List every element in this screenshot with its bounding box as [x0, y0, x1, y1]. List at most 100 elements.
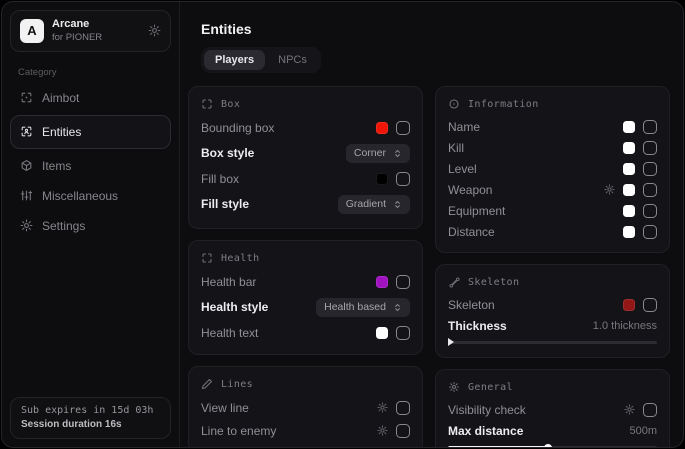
sidebar-item-entities[interactable]: Entities	[10, 115, 171, 149]
brand-logo-letter: A	[27, 23, 36, 38]
dropdown-value: Gradient	[346, 198, 386, 210]
sidebar-item-settings[interactable]: Settings	[10, 211, 171, 241]
color-swatch[interactable]	[623, 163, 635, 175]
sliders-icon	[20, 189, 33, 202]
setting-label: Distance	[448, 225, 495, 239]
checkbox[interactable]	[396, 424, 410, 438]
lines-card-header: Lines	[201, 378, 410, 390]
card-title: Health	[221, 253, 260, 264]
slider-fill	[448, 446, 548, 448]
fill-style-dropdown[interactable]: Gradient	[338, 195, 410, 214]
brand-text: Arcane for PIONER	[52, 18, 102, 44]
setting-row-view-line: View line	[201, 396, 410, 419]
bone-icon	[448, 276, 460, 288]
card-title: General	[468, 382, 513, 393]
setting-label: Health bar	[201, 275, 256, 289]
arcane-window: A Arcane for PIONER Category Aimbot	[1, 1, 684, 448]
color-swatch[interactable]	[623, 184, 635, 196]
setting-label: Thickness	[448, 319, 507, 333]
thickness-value: 1.0 thickness	[593, 320, 657, 332]
brand-card: A Arcane for PIONER	[10, 10, 171, 52]
checkbox[interactable]	[643, 162, 657, 176]
color-swatch[interactable]	[376, 327, 388, 339]
subscription-card: Sub expires in 15d 03h Session duration …	[10, 397, 171, 439]
unfold-icon	[393, 200, 402, 209]
sidebar-item-items[interactable]: Items	[10, 151, 171, 181]
checkbox[interactable]	[643, 403, 657, 417]
row-settings-gear-icon[interactable]	[377, 402, 388, 413]
max-distance-slider[interactable]	[448, 442, 657, 448]
setting-row-health-style: Health style Health based	[201, 293, 410, 321]
checkbox[interactable]	[396, 172, 410, 186]
color-swatch[interactable]	[376, 122, 388, 134]
sidebar-item-label: Settings	[42, 219, 85, 233]
scan-brackets-icon	[201, 98, 213, 110]
checkbox[interactable]	[643, 183, 657, 197]
brand-logo: A	[20, 19, 44, 43]
sidebar-item-label: Aimbot	[42, 91, 79, 105]
color-swatch[interactable]	[623, 226, 635, 238]
max-distance-value: 500m	[629, 425, 657, 437]
unfold-icon	[393, 303, 402, 312]
brand-settings-icon[interactable]	[148, 24, 161, 37]
checkbox[interactable]	[643, 225, 657, 239]
entity-tabs: Players NPCs	[201, 47, 321, 73]
health-card: Health Health bar Health style Health ba…	[188, 240, 423, 355]
health-style-dropdown[interactable]: Health based	[316, 298, 410, 317]
color-swatch[interactable]	[376, 276, 388, 288]
pencil-line-icon	[201, 378, 213, 390]
setting-label: Skeleton	[448, 298, 495, 312]
checkbox[interactable]	[643, 204, 657, 218]
info-scan-icon	[448, 98, 460, 110]
color-swatch[interactable]	[376, 173, 388, 185]
checkbox[interactable]	[396, 326, 410, 340]
setting-row-kill: Kill	[448, 137, 657, 158]
tab-players[interactable]: Players	[204, 50, 265, 70]
sidebar-item-miscellaneous[interactable]: Miscellaneous	[10, 181, 171, 211]
color-swatch[interactable]	[623, 142, 635, 154]
color-swatch[interactable]	[623, 299, 635, 311]
row-settings-gear-icon[interactable]	[604, 184, 615, 195]
setting-label: Max distance	[448, 424, 523, 438]
checkbox[interactable]	[643, 141, 657, 155]
checkbox[interactable]	[396, 121, 410, 135]
slider-track	[448, 341, 657, 344]
skeleton-card-header: Skeleton	[448, 276, 657, 288]
sidebar-item-label: Miscellaneous	[42, 189, 118, 203]
sidebar-item-aimbot[interactable]: Aimbot	[10, 83, 171, 113]
sidebar-spacer	[10, 241, 171, 397]
gear-icon	[20, 219, 33, 232]
setting-label: Fill style	[201, 197, 249, 211]
checkbox[interactable]	[396, 401, 410, 415]
scan-brackets-icon	[201, 252, 213, 264]
color-swatch[interactable]	[623, 205, 635, 217]
setting-row-skeleton: Skeleton	[448, 294, 657, 315]
slider-handle[interactable]	[544, 444, 552, 449]
color-swatch[interactable]	[623, 121, 635, 133]
setting-row-health-bar: Health bar	[201, 270, 410, 293]
setting-row-box-style: Box style Corner	[201, 139, 410, 167]
setting-row-fill-box: Fill box	[201, 167, 410, 190]
checkbox[interactable]	[643, 120, 657, 134]
checkbox[interactable]	[643, 298, 657, 312]
checkbox[interactable]	[396, 275, 410, 289]
thickness-slider[interactable]	[448, 337, 657, 347]
row-settings-gear-icon[interactable]	[377, 425, 388, 436]
cube-icon	[20, 159, 33, 172]
setting-row-health-text: Health text	[201, 321, 410, 344]
box-card-header: Box	[201, 98, 410, 110]
main-panel: Entities Players NPCs Box Bounding box	[180, 2, 683, 447]
left-column: Box Bounding box Box style Corner	[188, 86, 423, 448]
setting-label: Visibility check	[448, 403, 526, 417]
sidebar-nav: Aimbot Entities Items Miscellaneous	[10, 83, 171, 241]
row-settings-gear-icon[interactable]	[624, 404, 635, 415]
unfold-icon	[393, 149, 402, 158]
right-column: Information Name Kill	[435, 86, 670, 448]
tab-npcs[interactable]: NPCs	[267, 50, 318, 70]
card-title: Skeleton	[468, 277, 519, 288]
box-style-dropdown[interactable]: Corner	[346, 144, 410, 163]
setting-label: Equipment	[448, 204, 505, 218]
setting-row-thickness: Thickness 1.0 thickness	[448, 315, 657, 336]
setting-label: Fill box	[201, 172, 239, 186]
slider-handle[interactable]	[448, 338, 454, 346]
